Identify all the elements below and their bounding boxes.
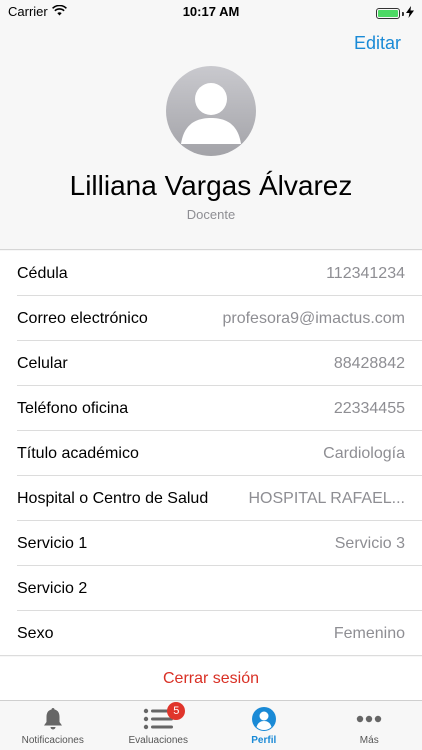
detail-row-hospital: Hospital o Centro de Salud HOSPITAL RAFA… xyxy=(0,476,422,521)
tab-label: Más xyxy=(359,735,379,746)
navigation-bar: Editar xyxy=(0,24,422,64)
logout-button[interactable]: Cerrar sesión xyxy=(0,657,422,701)
battery-level-fill xyxy=(378,10,398,17)
detail-label: Título académico xyxy=(17,444,139,462)
detail-row-office-phone: Teléfono oficina 22334455 xyxy=(0,386,422,431)
battery-icon xyxy=(376,6,414,21)
detail-row-mobile: Celular 88428842 xyxy=(0,341,422,386)
detail-row-email: Correo electrónico profesora9@imactus.co… xyxy=(0,296,422,341)
detail-value: profesora9@imactus.com xyxy=(222,309,405,327)
detail-value: 112341234 xyxy=(326,264,405,282)
profile-icon xyxy=(251,706,277,732)
detail-label: Teléfono oficina xyxy=(17,399,129,417)
list-icon: 5 xyxy=(143,702,186,732)
detail-value: HOSPITAL RAFAEL... xyxy=(248,489,406,507)
detail-value: 88428842 xyxy=(333,354,405,372)
detail-row-sex: Sexo Femenino xyxy=(0,611,422,656)
profile-details-list: Cédula 112341234 Correo electrónico prof… xyxy=(0,251,422,656)
tab-label: Evaluaciones xyxy=(128,735,188,746)
tab-notifications[interactable]: Notificaciones xyxy=(0,701,106,750)
bell-icon xyxy=(42,706,64,732)
person-placeholder-icon xyxy=(166,66,256,156)
detail-row-cedula: Cédula 112341234 xyxy=(0,251,422,296)
more-icon xyxy=(356,706,382,732)
profile-name: Lilliana Vargas Álvarez xyxy=(69,170,353,201)
detail-value: Servicio 3 xyxy=(334,534,405,552)
detail-label: Servicio 2 xyxy=(17,579,88,597)
tab-label: Notificaciones xyxy=(21,735,84,746)
detail-label: Sexo xyxy=(17,624,54,642)
detail-row-service-1: Servicio 1 Servicio 3 xyxy=(0,521,422,566)
detail-row-service-2: Servicio 2 xyxy=(0,566,422,611)
detail-label: Servicio 1 xyxy=(17,534,88,552)
detail-value: 22334455 xyxy=(333,399,405,417)
detail-value: Cardiología xyxy=(323,444,405,462)
detail-label: Celular xyxy=(17,354,68,372)
tab-bar: Notificaciones 5 Evaluaciones Perfil Más xyxy=(0,701,422,750)
evaluations-badge: 5 xyxy=(167,702,186,720)
edit-button[interactable]: Editar xyxy=(354,33,401,54)
tab-profile[interactable]: Perfil xyxy=(211,701,317,750)
detail-value: Femenino xyxy=(333,624,405,642)
profile-role: Docente xyxy=(186,207,236,222)
profile-header: Lilliana Vargas Álvarez Docente xyxy=(0,64,422,250)
detail-label: Cédula xyxy=(17,264,68,282)
status-time: 10:17 AM xyxy=(182,4,240,19)
tab-more[interactable]: Más xyxy=(317,701,422,750)
detail-label: Hospital o Centro de Salud xyxy=(17,489,209,507)
detail-row-degree: Título académico Cardiología xyxy=(0,431,422,476)
charging-bolt-icon xyxy=(406,6,414,21)
tab-evaluations[interactable]: 5 Evaluaciones xyxy=(106,701,212,750)
detail-label: Correo electrónico xyxy=(17,309,148,327)
status-bar: Carrier 10:17 AM xyxy=(0,0,422,24)
tab-label: Perfil xyxy=(251,735,277,746)
